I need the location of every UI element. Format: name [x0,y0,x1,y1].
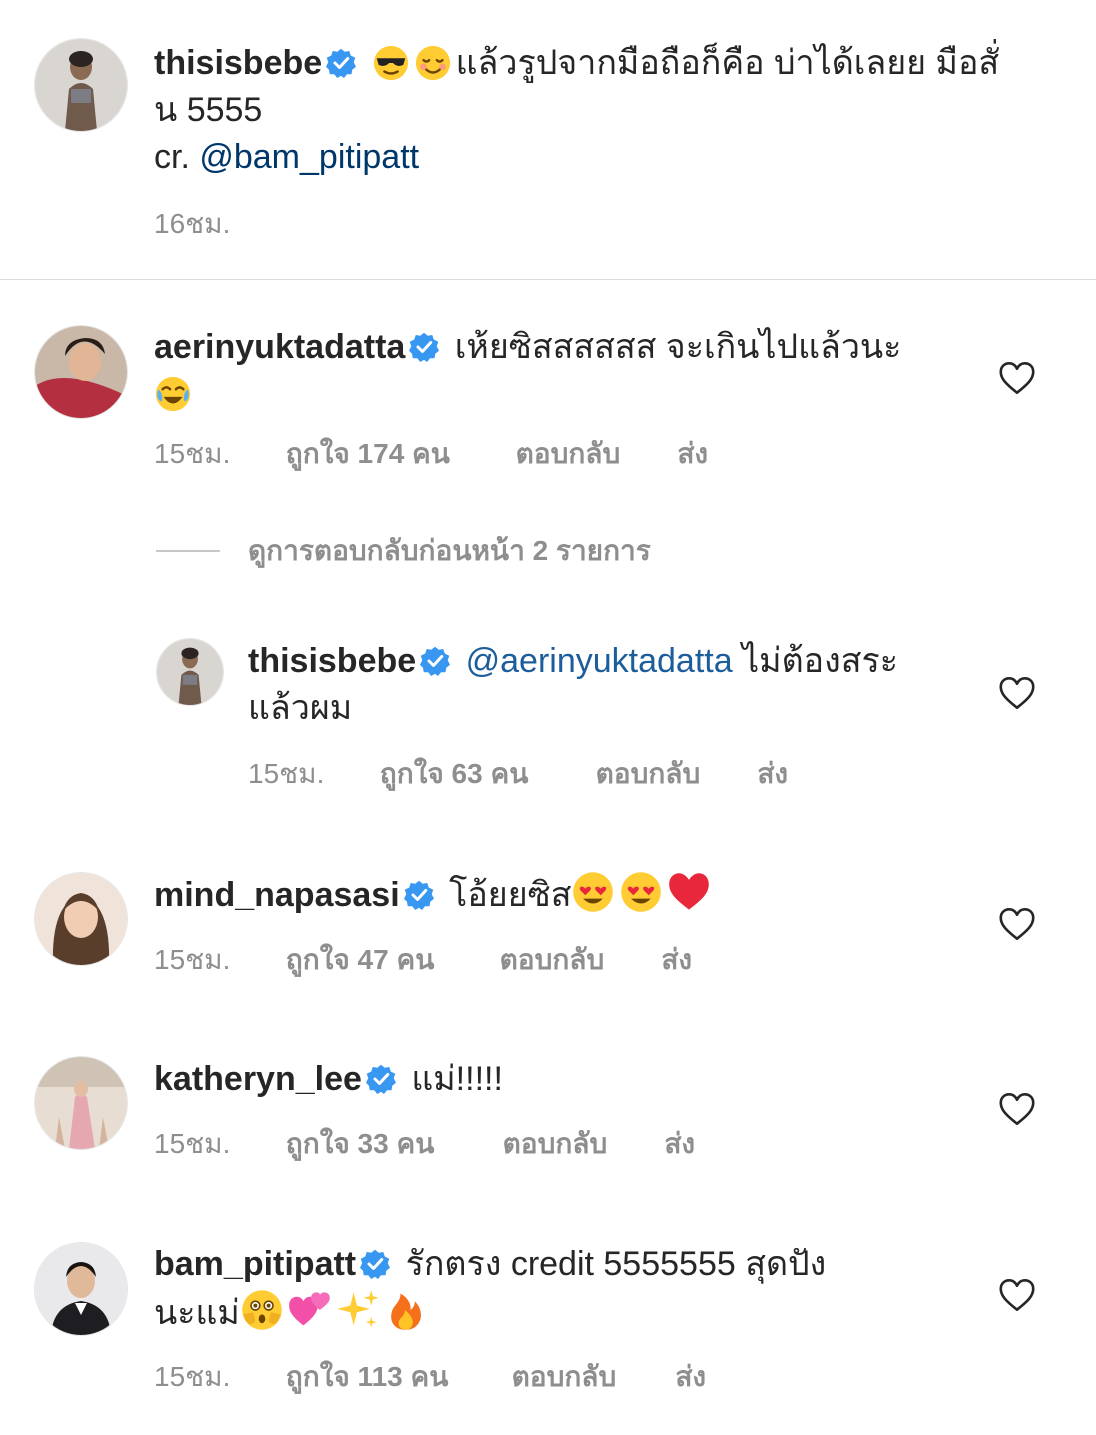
comment-line-2: แล้วผม [248,689,353,727]
comment-text: เห้ยซิสสสสสส จะเกินไปแล้วนะ [454,328,902,366]
credit-prefix: cr. [154,138,200,176]
like-heart-icon[interactable] [998,1092,1036,1126]
comment-meta: 15ชม. ถูกใจ 113 คน ตอบกลับ ส่ง [154,1355,706,1399]
reply-button[interactable]: ตอบกลับ [500,938,654,982]
comment-line-2 [154,371,901,418]
like-heart-icon[interactable] [998,361,1036,395]
send-button[interactable]: ส่ง [675,1355,706,1399]
likes-count[interactable]: ถูกใจ 47 คน [286,938,492,982]
send-button[interactable]: ส่ง [664,1122,695,1166]
send-button[interactable]: ส่ง [677,432,708,476]
username[interactable]: mind_napasasi [154,876,400,914]
comment: bam_pitipatt รักตรง credit 5555555 สุดปั… [154,1241,826,1337]
red-heart-icon [667,870,711,914]
verified-badge-icon [326,48,356,78]
smiling-face-with-heart-eyes-icon [571,870,615,914]
reply-button[interactable]: ตอบกลับ [596,752,750,796]
reply-comment: thisisbebe @aerinyuktadatta ไม่ต้องสระ แ… [248,638,898,732]
caption-line-2: น 5555 [154,91,263,129]
timestamp[interactable]: 15ชม. [248,752,372,796]
verified-badge-icon [409,332,439,362]
likes-count[interactable]: ถูกใจ 63 คน [380,752,588,796]
comment-line-1: thisisbebe @aerinyuktadatta ไม่ต้องสระ [248,638,898,685]
mention-link[interactable]: @aerinyuktadatta [466,642,733,680]
comment-line-1: mind_napasasi โอ้ยยซิส [154,870,715,919]
comment-line-2: นะแม่ [154,1288,826,1337]
verified-badge-icon [420,646,450,676]
likes-count[interactable]: ถูกใจ 113 คน [286,1355,504,1399]
comment-line-1: katheryn_lee แม่!!!!! [154,1056,503,1103]
verified-badge-icon [360,1249,390,1279]
avatar[interactable] [34,1242,128,1336]
likes-count[interactable]: ถูกใจ 33 คน [286,1122,495,1166]
view-previous-replies-button[interactable]: ดูการตอบกลับก่อนหน้า 2 รายการ [156,533,651,569]
timestamp[interactable]: 16ชม. [154,202,230,246]
smiling-face-with-heart-eyes-icon [619,870,663,914]
two-hearts-icon [288,1288,332,1332]
comment: mind_napasasi โอ้ยยซิส [154,870,715,919]
reply-button[interactable]: ตอบกลับ [503,1122,657,1166]
username[interactable]: thisisbebe [248,642,416,680]
flushed-face-with-hands-icon [240,1288,284,1332]
avatar[interactable] [34,1056,128,1150]
avatar[interactable] [34,872,128,966]
username[interactable]: katheryn_lee [154,1060,362,1098]
caption-meta: 16ชม. [154,202,230,246]
view-replies-label: ดูการตอบกลับก่อนหน้า 2 รายการ [248,535,651,566]
comment: katheryn_lee แม่!!!!! [154,1056,503,1103]
comment-meta: 15ชม. ถูกใจ 47 คน ตอบกลับ ส่ง [154,938,692,982]
timestamp[interactable]: 15ชม. [154,1122,278,1166]
comment-meta: 15ชม. ถูกใจ 174 คน ตอบกลับ ส่ง [154,432,708,476]
likes-count[interactable]: ถูกใจ 174 คน [286,432,508,476]
username[interactable]: bam_pitipatt [154,1245,356,1283]
timestamp[interactable]: 15ชม. [154,432,278,476]
timestamp[interactable]: 15ชม. [154,938,278,982]
replies-rule [156,550,220,552]
comment-text: นะแม่ [154,1294,240,1332]
like-heart-icon[interactable] [998,907,1036,941]
divider [0,279,1096,280]
caption-line-1: thisisbebe แล้วรูปจากมือถือก็คือ บ่าได้เ… [154,40,999,87]
caption-text: แล้วรูปจากมือถือก็คือ บ่าได้เลยย มือสั่ [455,44,1000,82]
comment-line-1: bam_pitipatt รักตรง credit 5555555 สุดปั… [154,1241,826,1288]
mention-link[interactable]: @bam_pitipatt [199,138,419,176]
verified-badge-icon [366,1064,396,1094]
comment-line-1: aerinyuktadatta เห้ยซิสสสสสส จะเกินไปแล้… [154,324,901,371]
sparkles-icon [336,1288,380,1332]
verified-badge-icon [404,880,434,910]
comment-text: แม่!!!!! [411,1060,503,1098]
avatar[interactable] [34,38,128,132]
caption-line-3: cr. @bam_pitipatt [154,134,999,181]
comment-meta: 15ชม. ถูกใจ 33 คน ตอบกลับ ส่ง [154,1122,695,1166]
comment: aerinyuktadatta เห้ยซิสสสสสส จะเกินไปแล้… [154,324,901,418]
send-button[interactable]: ส่ง [757,752,788,796]
like-heart-icon[interactable] [998,676,1036,710]
username[interactable]: aerinyuktadatta [154,328,405,366]
smiling-face-with-sunglasses-icon [372,44,410,82]
comment-text: โอ้ยยซิส [449,876,572,914]
like-heart-icon[interactable] [998,1278,1036,1312]
face-with-tears-of-joy-icon [154,375,192,413]
reply-button[interactable]: ตอบกลับ [512,1355,668,1399]
caption: thisisbebe แล้วรูปจากมือถือก็คือ บ่าได้เ… [154,40,999,181]
comment-meta: 15ชม. ถูกใจ 63 คน ตอบกลับ ส่ง [248,752,788,796]
username[interactable]: thisisbebe [154,44,322,82]
avatar[interactable] [34,325,128,419]
send-button[interactable]: ส่ง [661,938,692,982]
reply-button[interactable]: ตอบกลับ [516,432,670,476]
avatar[interactable] [156,638,224,706]
fire-icon [384,1288,428,1332]
smiling-face-icon [414,44,452,82]
comment-text: รักตรง credit 5555555 สุดปัง [405,1245,827,1283]
comment-text: ไม่ต้องสระ [732,642,898,680]
timestamp[interactable]: 15ชม. [154,1355,278,1399]
